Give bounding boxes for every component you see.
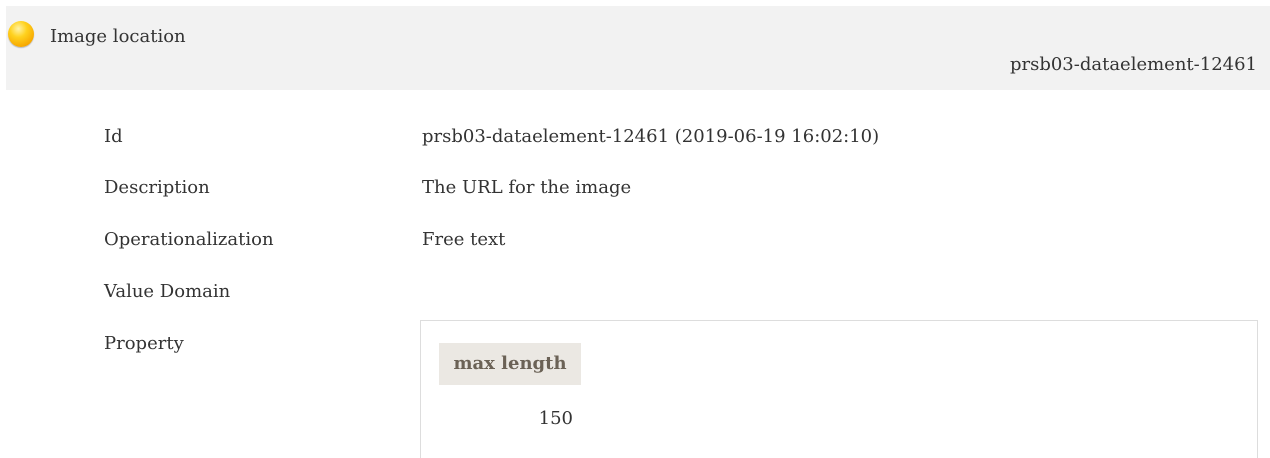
max-length-value: 150 xyxy=(538,408,573,429)
operationalization-value: Free text xyxy=(422,229,506,250)
description-value: The URL for the image xyxy=(422,177,632,198)
value-domain-label: Value Domain xyxy=(104,281,231,302)
element-id-label: prsb03-dataelement-12461 xyxy=(1009,54,1257,75)
property-table: max length 150 xyxy=(420,320,1258,458)
status-circle-icon xyxy=(8,21,34,47)
page-header: Image location prsb03-dataelement-12461 xyxy=(6,6,1270,90)
max-length-header: max length xyxy=(439,343,581,385)
description-label: Description xyxy=(104,177,210,198)
id-label: Id xyxy=(104,126,123,147)
id-value: prsb03-dataelement-12461 (2019-06-19 16:… xyxy=(422,126,880,147)
property-label: Property xyxy=(104,333,184,354)
page-title: Image location xyxy=(50,26,186,47)
operationalization-label: Operationalization xyxy=(104,229,274,250)
